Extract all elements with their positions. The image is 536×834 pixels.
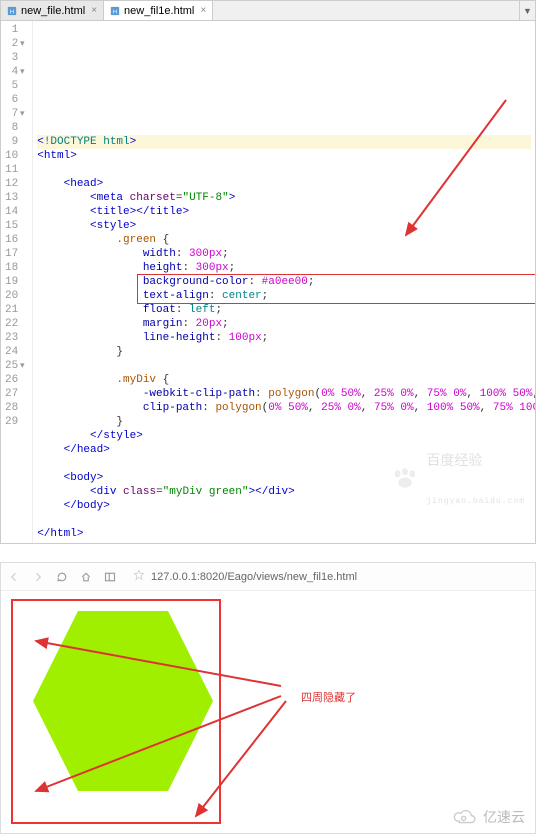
code-line[interactable]: <html> [37, 149, 531, 163]
tab-overflow-dropdown[interactable]: ▼ [519, 1, 535, 20]
code-line[interactable]: <!DOCTYPE html> [37, 135, 531, 149]
line-number: 1 [5, 23, 26, 37]
code-line[interactable] [37, 163, 531, 177]
line-number: 18 [5, 261, 26, 275]
code-line[interactable] [37, 359, 531, 373]
code-line[interactable]: -webkit-clip-path: polygon(0% 50%, 25% 0… [37, 387, 531, 401]
tab-label: new_fil1e.html [124, 5, 194, 17]
preview-red-box [11, 599, 221, 824]
line-number: 28 [5, 401, 26, 415]
address-bar[interactable]: 127.0.0.1:8020/Eago/views/new_fil1e.html [133, 569, 357, 584]
code-line[interactable]: clip-path: polygon(0% 50%, 25% 0%, 75% 0… [37, 401, 531, 415]
line-number: 16 [5, 233, 26, 247]
line-number: 19 [5, 275, 26, 289]
line-number: 17 [5, 247, 26, 261]
line-number: 3 [5, 51, 26, 65]
code-line[interactable]: margin: 20px; [37, 317, 531, 331]
bookmark-star-icon[interactable] [133, 569, 145, 584]
code-line[interactable]: .green { [37, 233, 531, 247]
yisuyun-logo: 亿速云 [451, 807, 525, 827]
line-number: 26 [5, 373, 26, 387]
line-number: 14 [5, 205, 26, 219]
line-number: 11 [5, 163, 26, 177]
watermark-text: 百度经验 [426, 453, 525, 467]
editor-tab-0[interactable]: Hnew_file.html × [1, 1, 104, 20]
line-number: 27 [5, 387, 26, 401]
html-file-icon: H [7, 6, 17, 16]
browser-viewport: 四周隐藏了 亿速云 [1, 591, 535, 833]
url-text: 127.0.0.1:8020/Eago/views/new_fil1e.html [151, 571, 357, 583]
line-number: 2▾ [5, 37, 26, 51]
code-line[interactable]: <head> [37, 177, 531, 191]
code-line[interactable]: line-height: 100px; [37, 331, 531, 345]
code-line[interactable]: background-color: #a0ee00; [37, 275, 531, 289]
html-file-icon: H [110, 6, 120, 16]
home-button[interactable] [79, 570, 93, 584]
line-number: 12 [5, 177, 26, 191]
line-number: 10 [5, 149, 26, 163]
line-number: 6 [5, 93, 26, 107]
line-number: 25▾ [5, 359, 26, 373]
editor-tab-1[interactable]: Hnew_fil1e.html × [104, 1, 213, 20]
code-content[interactable]: 百度经验 jingyan.baidu.com <!DOCTYPE html><h… [33, 21, 535, 543]
reload-button[interactable] [55, 570, 69, 584]
baidu-watermark: 百度经验 jingyan.baidu.com [324, 425, 525, 537]
line-number: 4▾ [5, 65, 26, 79]
line-number-gutter: 1 2▾3 4▾5 6 7▾8 9 10 11 12 13 14 15 16 1… [1, 21, 33, 543]
svg-text:H: H [113, 9, 117, 15]
code-line[interactable]: float: left; [37, 303, 531, 317]
annotation-label: 四周隐藏了 [301, 689, 356, 705]
editor-tab-bar: Hnew_file.html × Hnew_fil1e.html × ▼ [1, 1, 535, 21]
hexagon-shape [33, 611, 213, 791]
paw-icon [324, 454, 420, 509]
line-number: 22 [5, 317, 26, 331]
code-line[interactable]: <title></title> [37, 205, 531, 219]
code-line[interactable]: text-align: center; [37, 289, 531, 303]
back-button[interactable] [7, 570, 21, 584]
line-number: 29 [5, 415, 26, 429]
code-line[interactable]: width: 300px; [37, 247, 531, 261]
line-number: 13 [5, 191, 26, 205]
line-number: 23 [5, 331, 26, 345]
forward-button[interactable] [31, 570, 45, 584]
line-number: 24 [5, 345, 26, 359]
code-area[interactable]: 1 2▾3 4▾5 6 7▾8 9 10 11 12 13 14 15 16 1… [1, 21, 535, 543]
tab-label: new_file.html [21, 5, 85, 17]
yisuyun-text: 亿速云 [483, 807, 525, 827]
close-icon[interactable]: × [91, 5, 97, 16]
code-line[interactable]: height: 300px; [37, 261, 531, 275]
browser-panel: 127.0.0.1:8020/Eago/views/new_fil1e.html… [0, 562, 536, 834]
code-line[interactable]: <meta charset="UTF-8"> [37, 191, 531, 205]
line-number: 15 [5, 219, 26, 233]
line-number: 8 [5, 121, 26, 135]
cloud-icon [451, 808, 479, 826]
browser-toolbar: 127.0.0.1:8020/Eago/views/new_fil1e.html [1, 563, 535, 591]
line-number: 20 [5, 289, 26, 303]
code-editor-panel: Hnew_file.html × Hnew_fil1e.html × ▼ 1 2▾3 … [0, 0, 536, 544]
code-line[interactable]: .myDiv { [37, 373, 531, 387]
line-number: 9 [5, 135, 26, 149]
svg-text:H: H [10, 9, 14, 15]
line-number: 21 [5, 303, 26, 317]
panel-button[interactable] [103, 570, 117, 584]
code-line[interactable]: } [37, 345, 531, 359]
line-number: 5 [5, 79, 26, 93]
line-number: 7▾ [5, 107, 26, 121]
code-line[interactable]: <style> [37, 219, 531, 233]
watermark-subtext: jingyan.baidu.com [426, 495, 525, 509]
close-icon[interactable]: × [200, 5, 206, 16]
